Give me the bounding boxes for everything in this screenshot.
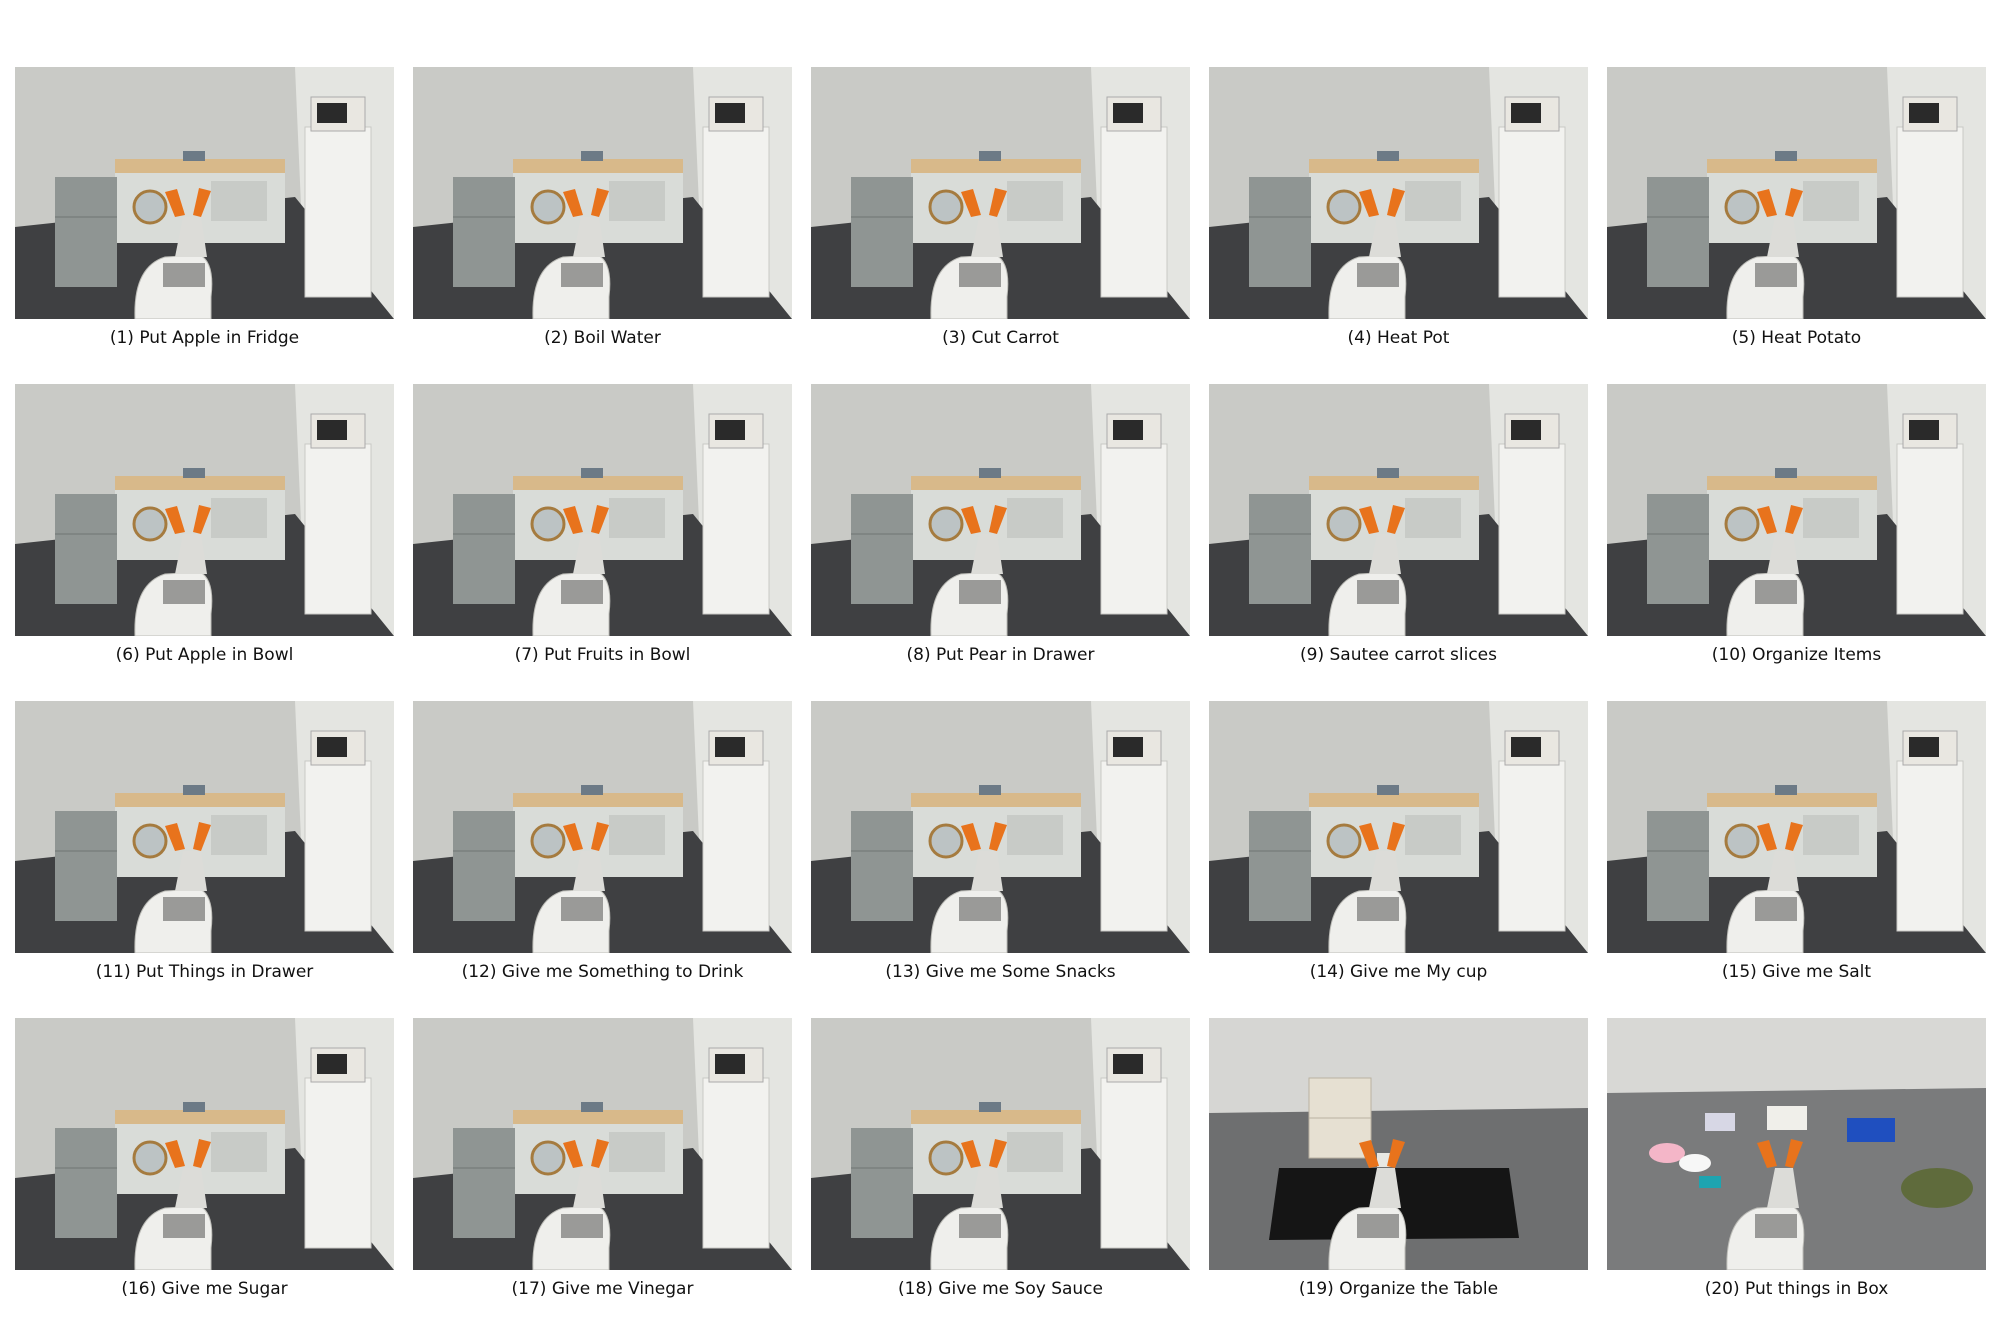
scene-photo [1209, 701, 1588, 953]
panel: (15) Give me Salt [1607, 701, 1986, 999]
scene-photo [413, 1018, 792, 1270]
scene-photo [15, 67, 394, 319]
panel-caption: (14) Give me My cup [1309, 962, 1488, 982]
scene-photo [1607, 701, 1986, 953]
panel-caption: (16) Give me Sugar [121, 1279, 288, 1299]
scene-photo [15, 701, 394, 953]
panel-caption: (15) Give me Salt [1721, 962, 1872, 982]
panel-caption: (17) Give me Vinegar [511, 1279, 694, 1299]
scene-photo [1607, 384, 1986, 636]
photo-grid: (1) Put Apple in Fridge (2) Boil Water (… [15, 67, 1990, 1317]
scene-photo [1209, 67, 1588, 319]
panel-caption: (5) Heat Potato [1731, 328, 1862, 348]
panel: (11) Put Things in Drawer [15, 701, 394, 999]
panel-caption: (11) Put Things in Drawer [95, 962, 314, 982]
panel: (19) Organize the Table [1209, 1018, 1588, 1316]
panel-caption: (19) Organize the Table [1298, 1279, 1499, 1299]
scene-photo [811, 67, 1190, 319]
panel-caption: (6) Put Apple in Bowl [115, 645, 294, 665]
panel-caption: (20) Put things in Box [1704, 1279, 1889, 1299]
scene-photo [15, 1018, 394, 1270]
panel: (18) Give me Soy Sauce [811, 1018, 1190, 1316]
panel-caption: (7) Put Fruits in Bowl [514, 645, 691, 665]
panel: (2) Boil Water [413, 67, 792, 365]
panel-caption: (13) Give me Some Snacks [885, 962, 1116, 982]
panel: (10) Organize Items [1607, 384, 1986, 682]
scene-photo [811, 1018, 1190, 1270]
panel-caption: (1) Put Apple in Fridge [109, 328, 300, 348]
scene-photo [15, 384, 394, 636]
scene-photo [1209, 384, 1588, 636]
panel-caption: (9) Sautee carrot slices [1300, 645, 1497, 665]
panel-caption: (3) Cut Carrot [942, 328, 1059, 348]
panel: (8) Put Pear in Drawer [811, 384, 1190, 682]
panel: (17) Give me Vinegar [413, 1018, 792, 1316]
panel: (13) Give me Some Snacks [811, 701, 1190, 999]
panel-caption: (4) Heat Pot [1347, 328, 1450, 348]
panel: (6) Put Apple in Bowl [15, 384, 394, 682]
panel: (12) Give me Something to Drink [413, 701, 792, 999]
panel: (1) Put Apple in Fridge [15, 67, 394, 365]
panel: (14) Give me My cup [1209, 701, 1588, 999]
panel: (16) Give me Sugar [15, 1018, 394, 1316]
panel: (5) Heat Potato [1607, 67, 1986, 365]
panel-caption: (8) Put Pear in Drawer [906, 645, 1095, 665]
scene-photo [1607, 1018, 1986, 1270]
panel-caption: (18) Give me Soy Sauce [898, 1279, 1103, 1299]
scene-photo [413, 384, 792, 636]
scene-photo [811, 384, 1190, 636]
panel-caption: (2) Boil Water [544, 328, 661, 348]
panel: (20) Put things in Box [1607, 1018, 1986, 1316]
panel: (9) Sautee carrot slices [1209, 384, 1588, 682]
scene-photo [413, 67, 792, 319]
panel: (4) Heat Pot [1209, 67, 1588, 365]
panel: (3) Cut Carrot [811, 67, 1190, 365]
scene-photo [811, 701, 1190, 953]
scene-photo [413, 701, 792, 953]
panel-caption: (10) Organize Items [1711, 645, 1882, 665]
panel-caption: (12) Give me Something to Drink [461, 962, 744, 982]
scene-photo [1607, 67, 1986, 319]
scene-photo [1209, 1018, 1588, 1270]
panel: (7) Put Fruits in Bowl [413, 384, 792, 682]
